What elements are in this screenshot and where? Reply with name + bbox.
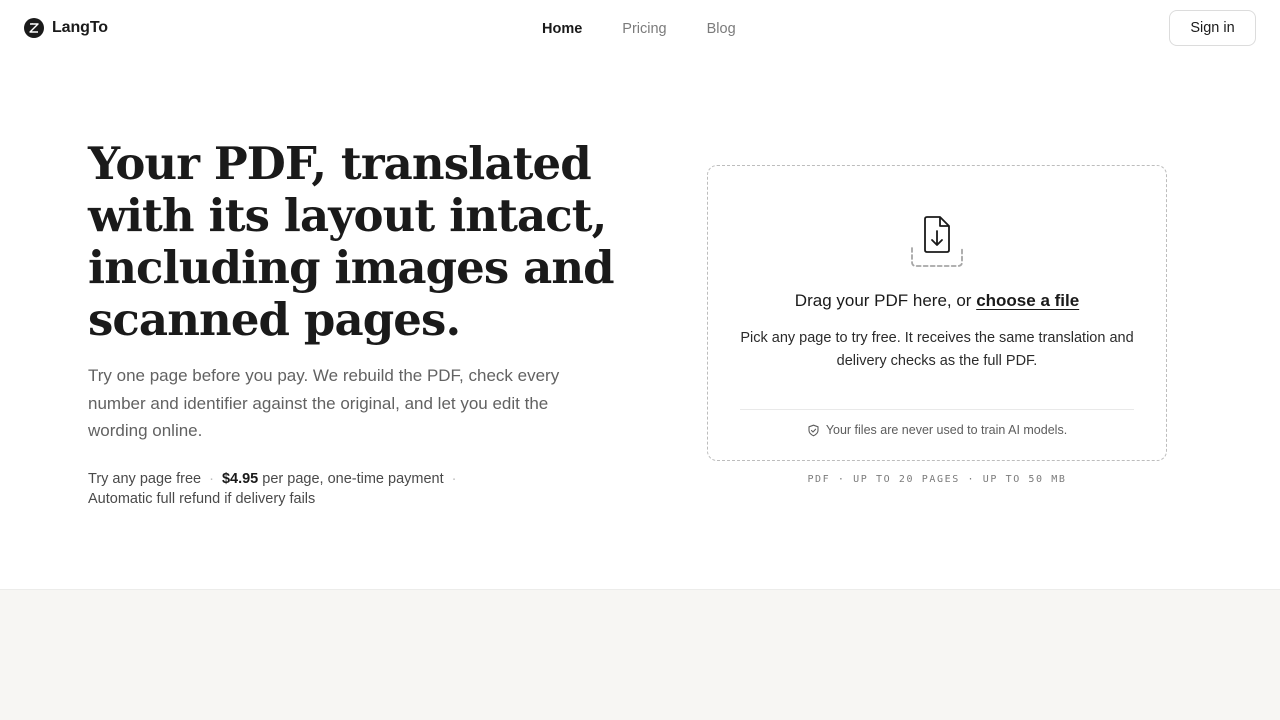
upload-limits: PDF · UP TO 20 PAGES · UP TO 50 MB <box>807 474 1067 485</box>
choose-file-link[interactable]: choose a file <box>976 291 1079 310</box>
next-section-band <box>0 589 1280 720</box>
hero-title: Your PDF, translated with its layout int… <box>88 137 615 346</box>
site-header: LangTo Home Pricing Blog Sign in <box>0 0 1280 58</box>
drop-prompt-text: Drag your PDF here, or <box>794 291 977 310</box>
divider <box>740 409 1134 410</box>
privacy-notice: Your files are never used to train AI mo… <box>708 423 1166 437</box>
separator-dot: · <box>209 471 214 487</box>
pricing-summary: Try any page free · $4.95 per page, one-ti… <box>88 469 508 509</box>
main-nav: Home Pricing Blog <box>522 19 756 39</box>
sign-in-button[interactable]: Sign in <box>1169 10 1256 46</box>
shield-check-icon <box>808 424 819 436</box>
privacy-text: Your files are never used to train AI mo… <box>825 423 1068 437</box>
langto-logo-icon <box>24 18 44 38</box>
brand-link[interactable]: LangTo <box>24 18 108 38</box>
hero-subtitle: Try one page before you pay. We rebuild … <box>88 366 560 440</box>
free-trial-text: Try any page free <box>88 471 202 487</box>
separator-dot: · <box>451 471 457 487</box>
price-suffix: per page, one-time payment <box>258 471 444 487</box>
nav-pricing[interactable]: Pricing <box>602 19 686 39</box>
price-amount: $4.95 <box>221 471 259 487</box>
nav-home[interactable]: Home <box>522 19 602 39</box>
drop-prompt: Drag your PDF here, or choose a file <box>708 290 1166 312</box>
brand-name: LangTo <box>52 19 108 36</box>
pdf-dropzone[interactable]: Drag your PDF here, or choose a file Pic… <box>707 165 1167 461</box>
nav-blog[interactable]: Blog <box>687 19 756 39</box>
file-download-icon <box>911 216 963 267</box>
free-page-note: Pick any page to try free. It receives t… <box>740 330 1134 369</box>
refund-text: Automatic full refund if delivery fails <box>88 491 316 507</box>
